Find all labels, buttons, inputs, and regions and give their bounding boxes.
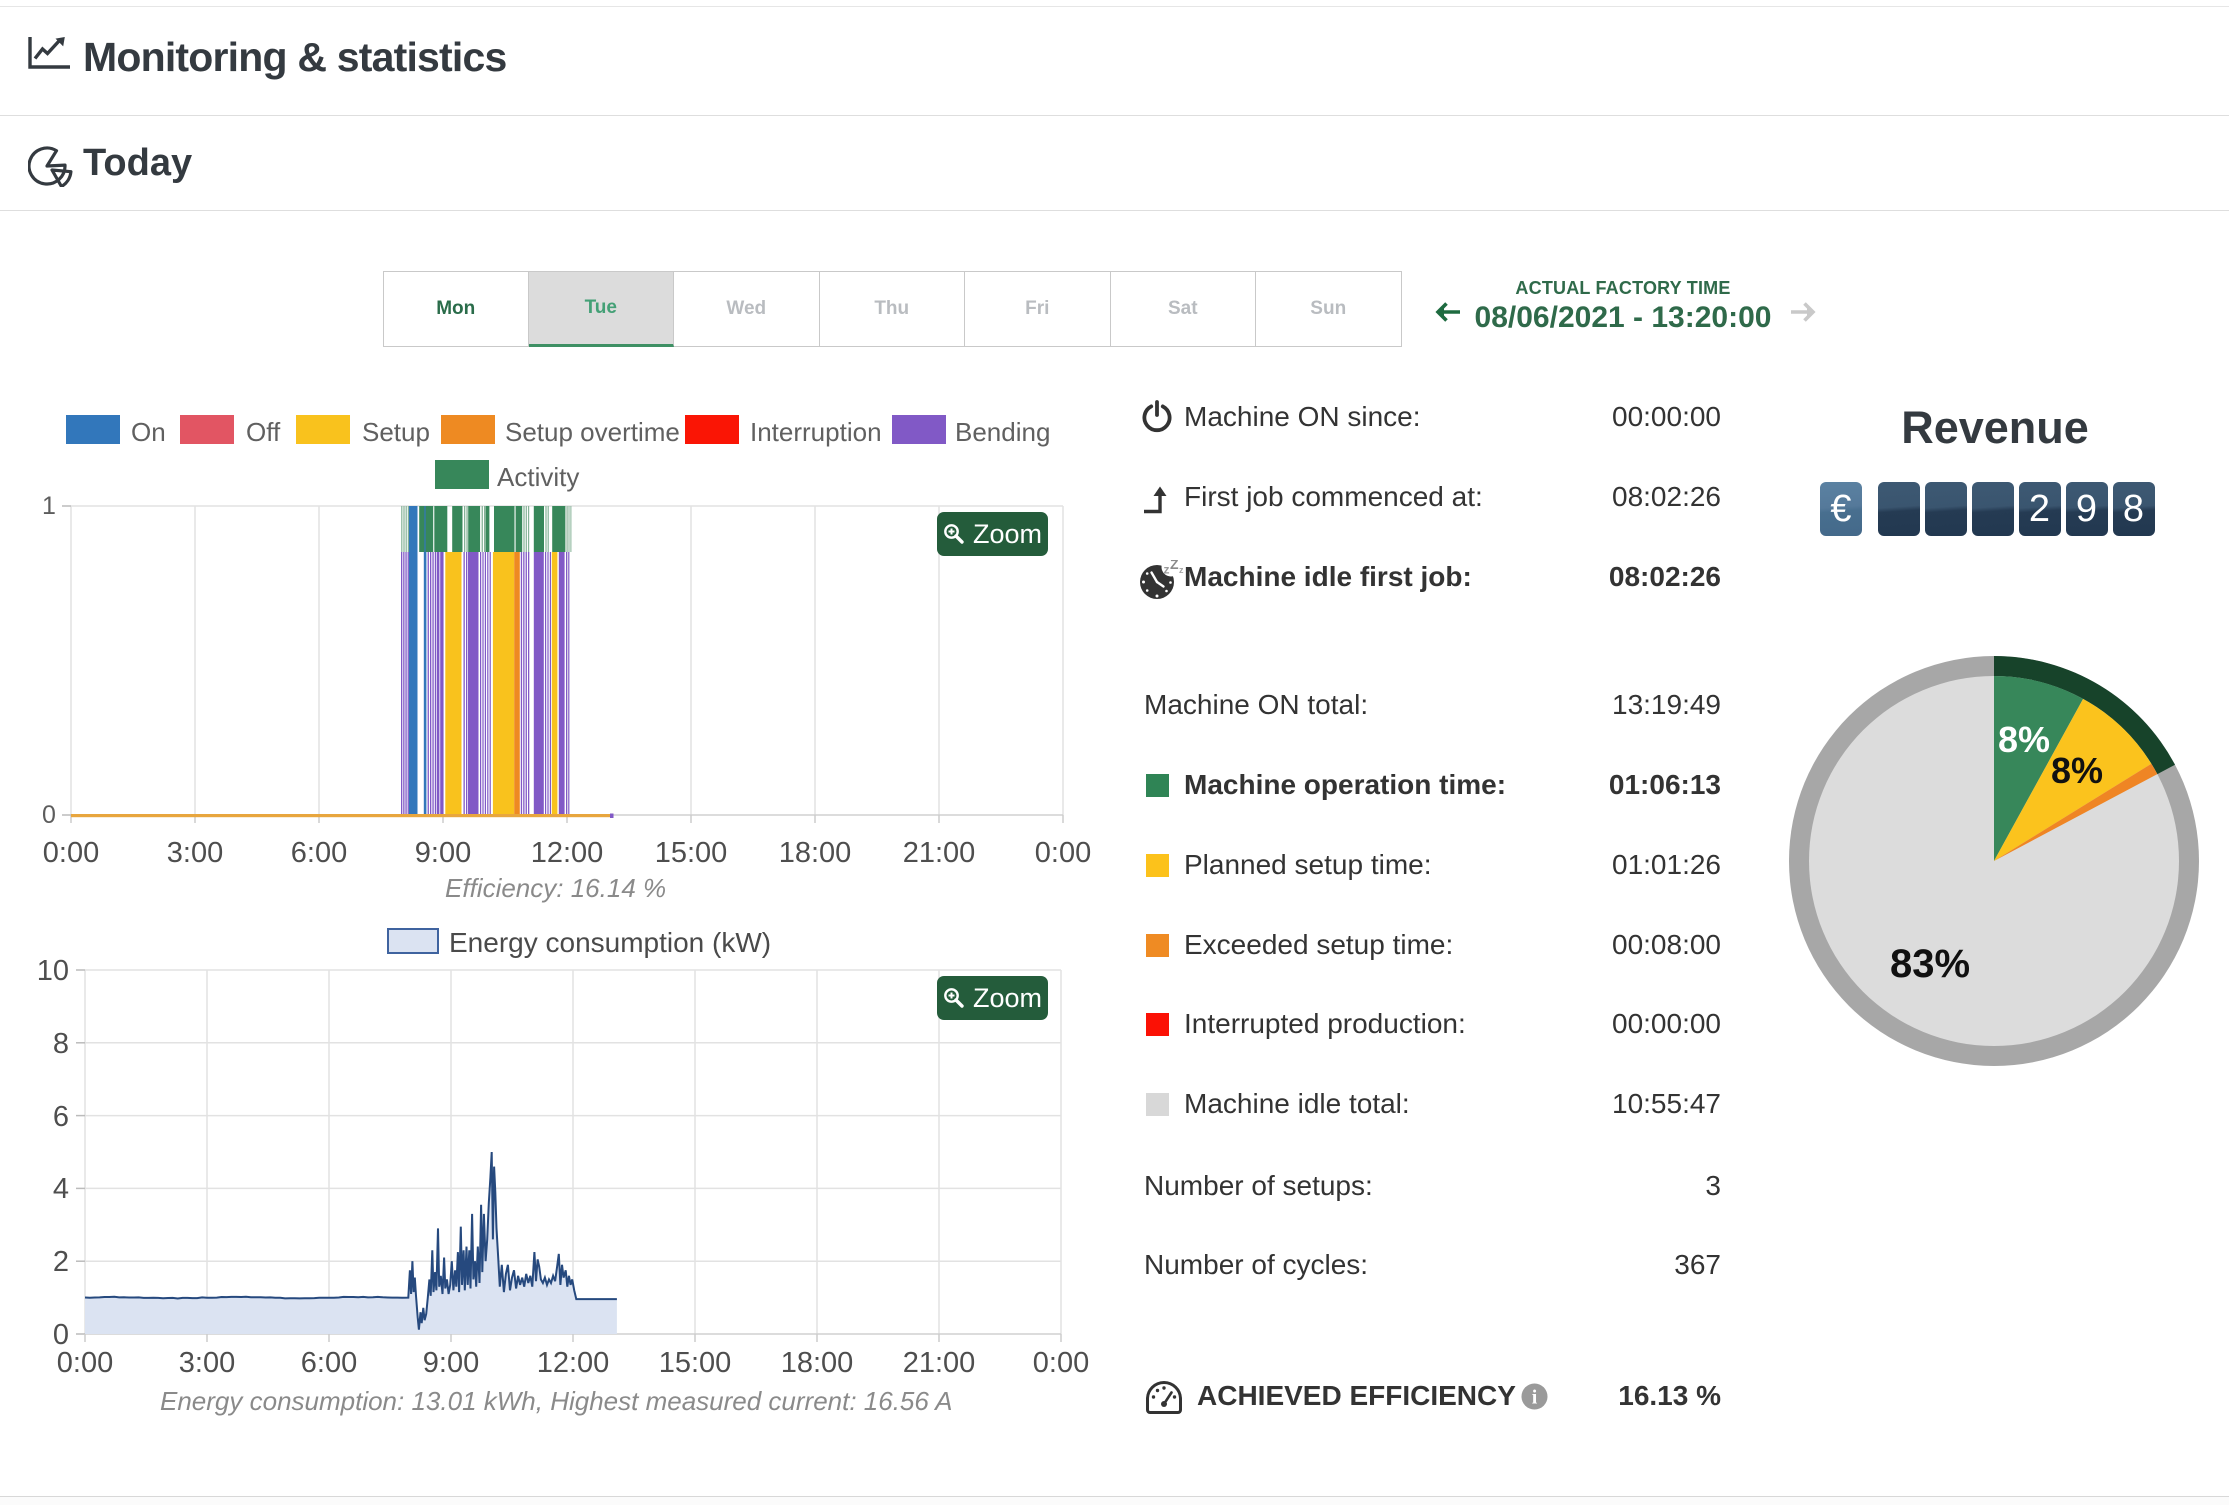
- svg-text:i: i: [1532, 1387, 1538, 1409]
- svg-text:12:00: 12:00: [537, 1347, 610, 1379]
- svg-text:3:00: 3:00: [167, 837, 223, 869]
- svg-text:21:00: 21:00: [903, 837, 976, 869]
- svg-text:0: 0: [53, 1319, 69, 1351]
- svg-text:9:00: 9:00: [415, 837, 471, 869]
- svg-text:0:00: 0:00: [1035, 837, 1091, 869]
- svg-text:z: z: [1164, 563, 1170, 577]
- svg-text:8%: 8%: [2051, 750, 2103, 791]
- svg-text:83%: 83%: [1890, 942, 1970, 986]
- svg-text:6:00: 6:00: [291, 837, 347, 869]
- svg-text:z: z: [1179, 565, 1184, 575]
- svg-text:10: 10: [37, 955, 69, 987]
- svg-text:4: 4: [53, 1173, 69, 1205]
- svg-text:8: 8: [53, 1028, 69, 1060]
- svg-text:12:00: 12:00: [531, 837, 604, 869]
- svg-text:15:00: 15:00: [655, 837, 728, 869]
- svg-text:9:00: 9:00: [423, 1347, 479, 1379]
- svg-text:18:00: 18:00: [779, 837, 852, 869]
- svg-text:21:00: 21:00: [903, 1347, 976, 1379]
- svg-text:0:00: 0:00: [43, 837, 99, 869]
- svg-text:2: 2: [53, 1246, 69, 1278]
- svg-text:3:00: 3:00: [179, 1347, 235, 1379]
- svg-text:8%: 8%: [1998, 719, 2050, 760]
- svg-text:6: 6: [53, 1101, 69, 1133]
- svg-text:18:00: 18:00: [781, 1347, 854, 1379]
- svg-text:0:00: 0:00: [57, 1347, 113, 1379]
- svg-text:Z: Z: [1170, 560, 1179, 572]
- svg-text:6:00: 6:00: [301, 1347, 357, 1379]
- svg-text:15:00: 15:00: [659, 1347, 732, 1379]
- svg-text:0:00: 0:00: [1033, 1347, 1089, 1379]
